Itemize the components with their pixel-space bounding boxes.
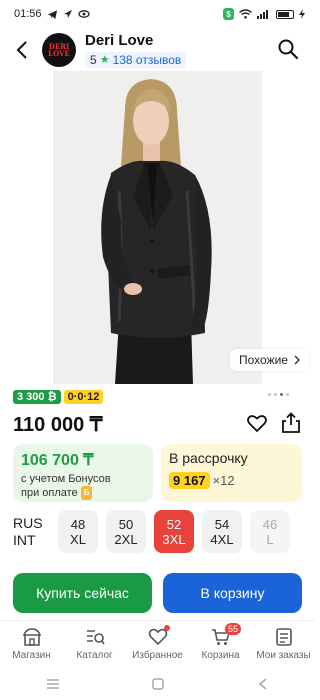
menu-icon bbox=[46, 679, 59, 689]
leather-jacket-model-image bbox=[53, 71, 262, 384]
eye-icon bbox=[77, 9, 90, 19]
battery-icon bbox=[276, 9, 294, 19]
back-button[interactable] bbox=[6, 30, 38, 70]
system-back-button[interactable] bbox=[243, 674, 283, 694]
wifi-icon bbox=[239, 9, 252, 19]
image-pagination-dots bbox=[268, 393, 289, 396]
share-icon bbox=[282, 412, 300, 433]
add-to-cart-button[interactable]: В корзину bbox=[163, 573, 302, 613]
rating-value: 5 bbox=[90, 52, 97, 67]
bonus-note: с учетом Бонусов при оплате Б bbox=[21, 473, 111, 500]
cart-count-badge: 55 bbox=[225, 623, 242, 635]
bonus-coin-icon: Б bbox=[80, 486, 93, 500]
notification-dot bbox=[164, 625, 170, 631]
tab-catalog[interactable]: Каталог bbox=[63, 621, 126, 668]
size-option-unavailable[interactable]: 46 L bbox=[250, 510, 290, 553]
share-button[interactable] bbox=[281, 412, 303, 436]
orders-icon bbox=[275, 628, 292, 646]
installment-multiplier: ×12 bbox=[212, 473, 235, 488]
chevron-right-icon bbox=[294, 355, 300, 365]
buy-now-button[interactable]: Купить сейчас bbox=[13, 573, 152, 613]
search-icon bbox=[278, 39, 299, 60]
pagination-dot bbox=[286, 393, 289, 396]
product-photo[interactable] bbox=[53, 71, 262, 384]
shop-icon bbox=[22, 628, 41, 646]
installment-title: В рассрочку bbox=[169, 450, 248, 466]
tab-favorites[interactable]: Избранное bbox=[126, 621, 189, 668]
pagination-dot bbox=[274, 393, 277, 396]
reviews-link[interactable]: 138 отзывов bbox=[113, 53, 182, 67]
status-bar: 01:56 $ bbox=[0, 0, 315, 28]
pagination-dot bbox=[268, 393, 271, 396]
chevron-left-icon bbox=[16, 41, 27, 59]
shop-name: Deri Love bbox=[85, 31, 154, 49]
promo-badges: 3 300 ₿ 0·0·12 bbox=[13, 390, 104, 404]
shop-info[interactable]: Deri Love 5 ★ 138 отзывов bbox=[85, 31, 187, 69]
system-menu-button[interactable] bbox=[33, 674, 73, 694]
points-badge: 3 300 ₿ bbox=[13, 390, 61, 404]
installment-card[interactable]: В рассрочку 9 167 ×12 bbox=[161, 444, 302, 502]
home-square-icon bbox=[151, 678, 164, 690]
back-triangle-icon bbox=[258, 678, 266, 690]
shop-header: DERI LOVE Deri Love 5 ★ 138 отзывов bbox=[0, 28, 315, 72]
bonus-price-card[interactable]: 106 700 ₸ с учетом Бонусов при оплате Б bbox=[13, 444, 153, 502]
pagination-dot-active bbox=[280, 393, 283, 396]
bottom-tab-bar: Магазин Каталог Избранное 55 Корзина Мои… bbox=[0, 620, 315, 668]
search-button[interactable] bbox=[277, 38, 301, 62]
heart-icon bbox=[247, 415, 267, 433]
size-selector: RUS INT 48 XL 50 2XL 52 3XL 54 4XL 46 L bbox=[13, 510, 290, 553]
installment-amount: 9 167 bbox=[169, 472, 210, 489]
installment-badge: 0·0·12 bbox=[63, 390, 104, 404]
shop-rating-badge[interactable]: 5 ★ 138 отзывов bbox=[85, 51, 187, 68]
star-icon: ★ bbox=[99, 54, 110, 66]
navigation-icon bbox=[63, 9, 73, 19]
size-option[interactable]: 50 2XL bbox=[106, 510, 146, 553]
similar-label: Похожие bbox=[239, 353, 288, 367]
size-option-selected[interactable]: 52 3XL bbox=[154, 510, 194, 553]
bonus-price: 106 700 ₸ bbox=[21, 452, 94, 469]
charging-icon bbox=[299, 9, 305, 19]
tab-orders[interactable]: Мои заказы bbox=[252, 621, 315, 668]
shop-logo[interactable]: DERI LOVE bbox=[42, 33, 76, 67]
cellular-signal-icon bbox=[257, 9, 271, 19]
tab-shop[interactable]: Магазин bbox=[0, 621, 63, 668]
telegram-icon bbox=[47, 9, 58, 20]
size-option[interactable]: 48 XL bbox=[58, 510, 98, 553]
size-option[interactable]: 54 4XL bbox=[202, 510, 242, 553]
size-system-label: RUS INT bbox=[13, 514, 43, 548]
catalog-icon bbox=[86, 630, 105, 645]
similar-products-button[interactable]: Похожие bbox=[230, 349, 309, 371]
status-time: 01:56 bbox=[14, 8, 42, 20]
product-price: 110 000 ₸ bbox=[13, 414, 103, 436]
tab-cart[interactable]: 55 Корзина bbox=[189, 621, 252, 668]
security-shield-icon: $ bbox=[223, 8, 234, 20]
favorite-button[interactable] bbox=[247, 414, 269, 436]
system-home-button[interactable] bbox=[138, 674, 178, 694]
system-navigation-bar bbox=[0, 668, 315, 700]
